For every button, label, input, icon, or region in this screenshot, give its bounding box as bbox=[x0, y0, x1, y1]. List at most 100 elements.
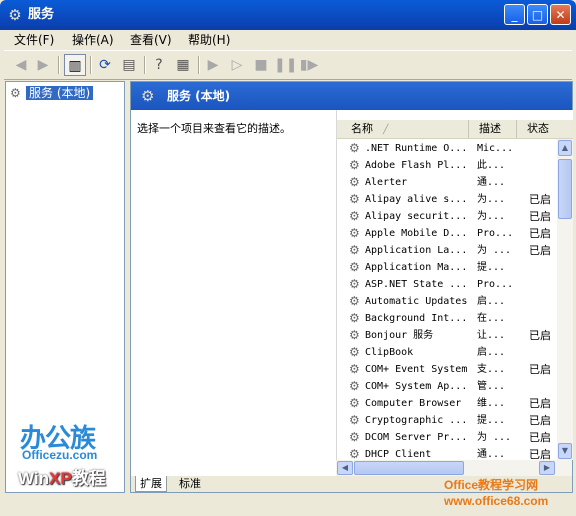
service-description: 提... bbox=[477, 415, 506, 426]
vertical-scrollbar[interactable]: ▲ ▼ bbox=[557, 139, 573, 460]
details-pane: ⚙ 服务 (本地) 选择一个项目来查看它的描述。 名称 ╱ 描述 状态 ⚙ .NET… bbox=[130, 81, 573, 493]
pause-icon[interactable]: ❚❚ bbox=[274, 54, 297, 76]
service-row[interactable]: ⚙ DCOM Server Pr... 为 ... 已启 bbox=[337, 429, 557, 446]
service-gear-icon: ⚙ bbox=[349, 141, 360, 155]
service-gear-icon: ⚙ bbox=[349, 447, 360, 460]
start-disabled-icon[interactable]: ▷ bbox=[226, 54, 248, 76]
service-row[interactable]: ⚙ Alerter 通... bbox=[337, 174, 557, 191]
refresh-icon[interactable]: ⟳ bbox=[94, 54, 116, 76]
service-name: DHCP Client bbox=[365, 449, 432, 460]
scroll-down-icon[interactable]: ▼ bbox=[558, 443, 572, 459]
close-button[interactable]: ✕ bbox=[550, 4, 571, 25]
help-icon[interactable]: ? bbox=[148, 54, 170, 76]
service-name: Apple Mobile D... bbox=[365, 228, 468, 239]
service-row[interactable]: ⚙ ASP.NET State ... Pro... bbox=[337, 276, 557, 293]
service-name: Adobe Flash Pl... bbox=[365, 160, 468, 171]
service-name: Automatic Updates bbox=[365, 296, 468, 307]
title-bar: ⚙ 服务 _ □ ✕ bbox=[0, 0, 576, 30]
service-row[interactable]: ⚙ Apple Mobile D... Pro... 已启 bbox=[337, 225, 557, 242]
horizontal-scrollbar[interactable]: ◀ ▶ bbox=[336, 460, 572, 476]
scroll-left-icon[interactable]: ◀ bbox=[337, 461, 353, 475]
stop-icon[interactable]: ■ bbox=[250, 54, 272, 76]
service-status: 已启 bbox=[529, 414, 551, 427]
service-description: 管... bbox=[477, 381, 506, 392]
service-row[interactable]: ⚙ DHCP Client 通... 已启 bbox=[337, 446, 557, 460]
menu-file[interactable]: 文件(F) bbox=[14, 32, 54, 48]
maximize-button[interactable]: □ bbox=[527, 4, 548, 25]
menu-help[interactable]: 帮助(H) bbox=[188, 32, 230, 48]
service-name: Alipay securit... bbox=[365, 211, 468, 222]
service-gear-icon: ⚙ bbox=[349, 277, 360, 291]
service-description: 让... bbox=[477, 330, 506, 341]
service-row[interactable]: ⚙ ClipBook 启... bbox=[337, 344, 557, 361]
service-gear-icon: ⚙ bbox=[349, 345, 360, 359]
watermark-site2-url: www.office68.com bbox=[444, 494, 549, 508]
menu-action[interactable]: 操作(A) bbox=[72, 32, 114, 48]
service-row[interactable]: ⚙ Cryptographic ... 提... 已启 bbox=[337, 412, 557, 429]
service-status: 已启 bbox=[529, 244, 551, 257]
service-description: Pro... bbox=[477, 279, 513, 290]
window-title: 服务 bbox=[28, 7, 55, 22]
back-arrow-icon[interactable]: ◀ bbox=[10, 54, 32, 76]
tab-standard[interactable]: 标准 bbox=[175, 476, 205, 491]
service-name: DCOM Server Pr... bbox=[365, 432, 468, 443]
service-description: 维... bbox=[477, 398, 506, 409]
service-status: 已启 bbox=[529, 227, 551, 240]
service-row[interactable]: ⚙ COM+ System Ap... 管... bbox=[337, 378, 557, 395]
column-header-name[interactable]: 名称 ╱ bbox=[337, 120, 469, 138]
service-description: 支... bbox=[477, 364, 506, 375]
services-gear-icon: ⚙ bbox=[10, 86, 21, 100]
sort-ascending-icon: ╱ bbox=[383, 125, 389, 135]
service-row[interactable]: ⚙ Computer Browser 维... 已启 bbox=[337, 395, 557, 412]
service-status: 已启 bbox=[529, 448, 551, 460]
scroll-thumb[interactable] bbox=[558, 159, 572, 219]
export-list-icon[interactable]: ▤ bbox=[118, 54, 140, 76]
service-description: 通... bbox=[477, 449, 506, 460]
service-row[interactable]: ⚙ Adobe Flash Pl... 此... bbox=[337, 157, 557, 174]
service-description: 启... bbox=[477, 296, 506, 307]
description-text: 选择一个项目来查看它的描述。 bbox=[137, 122, 291, 135]
service-gear-icon: ⚙ bbox=[349, 158, 360, 172]
service-name: ASP.NET State ... bbox=[365, 279, 468, 290]
tab-extended[interactable]: 扩展 bbox=[135, 476, 167, 492]
service-row[interactable]: ⚙ Alipay alive s... 为... 已启 bbox=[337, 191, 557, 208]
service-name: COM+ System Ap... bbox=[365, 381, 468, 392]
service-row[interactable]: ⚙ .NET Runtime O... Mic... bbox=[337, 140, 557, 157]
tree-item-services-local[interactable]: ⚙ 服务 (本地) bbox=[10, 85, 94, 101]
menu-bar: 文件(F) 操作(A) 查看(V) 帮助(H) bbox=[4, 30, 572, 50]
service-status: 已启 bbox=[529, 193, 551, 206]
service-row[interactable]: ⚙ Automatic Updates 启... bbox=[337, 293, 557, 310]
watermark-site1: Officezu.com bbox=[22, 448, 98, 462]
service-name: ClipBook bbox=[365, 347, 414, 358]
service-status: 已启 bbox=[529, 210, 551, 223]
column-header-description[interactable]: 描述 bbox=[469, 120, 517, 138]
description-panel: 选择一个项目来查看它的描述。 bbox=[131, 110, 336, 470]
column-header-status[interactable]: 状态 bbox=[517, 120, 573, 138]
service-gear-icon: ⚙ bbox=[349, 379, 360, 393]
menu-view[interactable]: 查看(V) bbox=[130, 32, 172, 48]
forward-arrow-icon[interactable]: ▶ bbox=[32, 54, 54, 76]
service-gear-icon: ⚙ bbox=[349, 243, 360, 257]
start-icon[interactable]: ▶ bbox=[202, 54, 224, 76]
service-gear-icon: ⚙ bbox=[349, 396, 360, 410]
service-row[interactable]: ⚙ COM+ Event System 支... 已启 bbox=[337, 361, 557, 378]
scroll-right-icon[interactable]: ▶ bbox=[539, 461, 555, 475]
service-gear-icon: ⚙ bbox=[349, 413, 360, 427]
service-description: 提... bbox=[477, 262, 506, 273]
service-name: Alerter bbox=[365, 177, 408, 188]
service-row[interactable]: ⚙ Background Int... 在... bbox=[337, 310, 557, 327]
service-name: Alipay alive s... bbox=[365, 194, 468, 205]
service-gear-icon: ⚙ bbox=[349, 260, 360, 274]
horizontal-scroll-thumb[interactable] bbox=[354, 461, 464, 475]
properties-icon[interactable]: ▦ bbox=[172, 54, 194, 76]
services-gear-icon: ⚙ bbox=[8, 6, 22, 24]
service-row[interactable]: ⚙ Application La... 为 ... 已启 bbox=[337, 242, 557, 259]
service-gear-icon: ⚙ bbox=[349, 328, 360, 342]
show-hide-tree-icon[interactable]: ▥ bbox=[64, 54, 86, 76]
restart-icon[interactable]: ▮▶ bbox=[298, 54, 320, 76]
service-row[interactable]: ⚙ Bonjour 服务 让... 已启 bbox=[337, 327, 557, 344]
service-row[interactable]: ⚙ Alipay securit... 为... 已启 bbox=[337, 208, 557, 225]
minimize-button[interactable]: _ bbox=[504, 4, 525, 25]
service-row[interactable]: ⚙ Application Ma... 提... bbox=[337, 259, 557, 276]
scroll-up-icon[interactable]: ▲ bbox=[558, 140, 572, 156]
